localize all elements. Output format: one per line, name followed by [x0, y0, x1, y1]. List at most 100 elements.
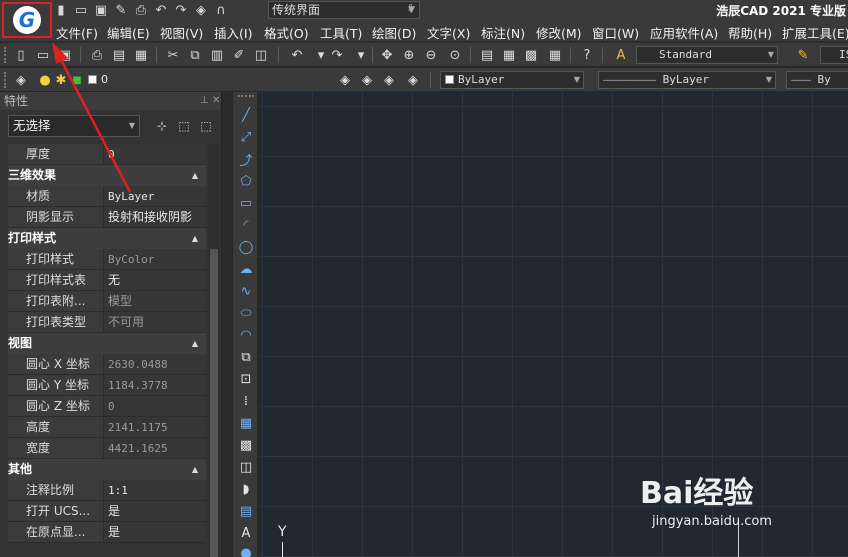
properties-icon[interactable]: ▤: [478, 46, 496, 64]
property-row[interactable]: 圆心 X 坐标 2630.0488: [8, 354, 206, 375]
pin-icon[interactable]: ⊥: [200, 92, 209, 110]
menu-view[interactable]: 视图(V): [160, 23, 203, 42]
layers-icon[interactable]: ◈: [194, 3, 208, 18]
undo-icon[interactable]: ↶: [288, 46, 306, 64]
menu-applications[interactable]: 应用软件(A): [650, 23, 718, 42]
redo-icon[interactable]: ↷: [174, 3, 188, 18]
add-selected-icon[interactable]: ●: [237, 544, 255, 557]
wipeout-icon[interactable]: ◗: [237, 480, 255, 498]
collapse-icon[interactable]: ▲: [192, 165, 198, 186]
menu-help[interactable]: 帮助(H): [728, 23, 772, 42]
menu-format[interactable]: 格式(O): [264, 23, 309, 42]
ellipse-icon[interactable]: ⬭: [237, 304, 255, 322]
multiline-text-icon[interactable]: A: [237, 524, 255, 542]
polygon-icon[interactable]: ⬠: [237, 172, 255, 190]
lineweight-select[interactable]: ——— By: [786, 71, 848, 89]
menu-window[interactable]: 窗口(W): [592, 23, 639, 42]
gradient-icon[interactable]: ▩: [237, 436, 255, 454]
zoom-realtime-icon[interactable]: ⊕: [400, 46, 418, 64]
property-value[interactable]: 是: [104, 522, 206, 542]
layer-manager-icon[interactable]: ◈: [12, 71, 30, 89]
property-value[interactable]: 无: [104, 270, 206, 290]
property-row[interactable]: 打印表类型 不可用: [8, 312, 206, 333]
scrollbar-thumb[interactable]: [210, 249, 218, 557]
make-block-icon[interactable]: ⊡: [237, 370, 255, 388]
toolbar-grip[interactable]: [4, 47, 7, 63]
redo-dropdown-icon[interactable]: ▾: [352, 46, 370, 64]
toolbar-grip[interactable]: [238, 95, 254, 98]
line-icon[interactable]: ╱: [237, 106, 255, 124]
layer-lock-icon[interactable]: ■: [68, 71, 86, 89]
menu-draw[interactable]: 绘图(D): [372, 23, 416, 42]
help-icon[interactable]: ?: [578, 46, 596, 64]
property-row[interactable]: 材质 ByLayer: [8, 186, 206, 207]
collapse-icon[interactable]: ▲: [192, 228, 198, 249]
save-icon[interactable]: ▣: [94, 3, 108, 18]
copy-icon[interactable]: ⧉: [186, 46, 204, 64]
point-icon[interactable]: ⁞: [237, 392, 255, 410]
text-style-select[interactable]: Standard ▼: [636, 46, 778, 64]
spline-icon[interactable]: ∿: [237, 282, 255, 300]
ellipse-arc-icon[interactable]: ◠: [237, 326, 255, 344]
property-row[interactable]: 打印样式表无: [8, 270, 206, 291]
color-select[interactable]: ByLayer ▼: [440, 71, 584, 89]
property-row[interactable]: 圆心 Y 坐标 1184.3778: [8, 375, 206, 396]
zoom-previous-icon[interactable]: ⊙: [446, 46, 464, 64]
dim-style-select[interactable]: IS: [820, 46, 848, 64]
property-row[interactable]: 圆心 Z 坐标 0: [8, 396, 206, 417]
property-row[interactable]: 注释比例 1:1: [8, 480, 206, 501]
print-preview-icon[interactable]: ▤: [110, 46, 128, 64]
category-header[interactable]: 其他 ▲: [8, 459, 206, 480]
linetype-select[interactable]: ———————— ByLayer ▼: [598, 71, 776, 89]
toggle-pickadd-icon[interactable]: ⊹: [152, 116, 172, 136]
print-icon[interactable]: ⎙: [134, 3, 148, 18]
property-row[interactable]: 打印表附... 模型: [8, 291, 206, 312]
design-center-icon[interactable]: ▦: [500, 46, 518, 64]
selection-select[interactable]: 无选择 ▼: [8, 115, 140, 137]
pan-icon[interactable]: ✥: [378, 46, 396, 64]
menu-file[interactable]: 文件(F): [56, 23, 98, 42]
region-icon[interactable]: ◫: [237, 458, 255, 476]
palette-scrollbar[interactable]: [208, 144, 220, 557]
circle-icon[interactable]: ◯: [237, 238, 255, 256]
publish-icon[interactable]: ▦: [132, 46, 150, 64]
match-properties-icon[interactable]: ✐: [230, 46, 248, 64]
close-icon[interactable]: ✕: [212, 92, 220, 110]
redo-icon[interactable]: ↷: [328, 46, 346, 64]
rectangle-icon[interactable]: ▭: [237, 194, 255, 212]
new-file-icon[interactable]: ▮: [54, 3, 68, 18]
headset-icon[interactable]: ∩: [214, 3, 228, 18]
property-row[interactable]: 阴影显示 投射和接收阴影: [8, 207, 206, 228]
property-row[interactable]: 在原点显... 是: [8, 522, 206, 543]
open-icon[interactable]: ▭: [34, 46, 52, 64]
property-row[interactable]: 厚度 0: [8, 144, 206, 165]
collapse-icon[interactable]: ▲: [192, 459, 198, 480]
property-value[interactable]: 0: [104, 144, 206, 164]
menu-extension-tools[interactable]: 扩展工具(E): [782, 23, 848, 42]
zoom-window-icon[interactable]: ⊖: [422, 46, 440, 64]
category-header[interactable]: 视图 ▲: [8, 333, 206, 354]
paste-icon[interactable]: ▥: [208, 46, 226, 64]
save-icon[interactable]: ▣: [56, 46, 74, 64]
menu-edit[interactable]: 编辑(E): [107, 23, 150, 42]
property-row[interactable]: 打印样式 ByColor: [8, 249, 206, 270]
menu-dimension[interactable]: 标注(N): [481, 23, 525, 42]
construction-line-icon[interactable]: ⤢: [237, 128, 255, 146]
menu-tools[interactable]: 工具(T): [320, 23, 362, 42]
property-row[interactable]: 宽度 4421.1625: [8, 438, 206, 459]
app-menu-button[interactable]: G: [2, 2, 52, 38]
property-value[interactable]: ByLayer: [104, 186, 206, 206]
menu-insert[interactable]: 插入(I): [214, 23, 252, 42]
table-icon[interactable]: ▤: [237, 502, 255, 520]
calculator-icon[interactable]: ▦: [546, 46, 564, 64]
property-row[interactable]: 高度 2141.1175: [8, 417, 206, 438]
property-row[interactable]: 打开 UCS... 是: [8, 501, 206, 522]
tool-palettes-icon[interactable]: ▩: [522, 46, 540, 64]
save-as-icon[interactable]: ✎: [114, 3, 128, 18]
collapse-icon[interactable]: ▲: [192, 333, 198, 354]
revision-cloud-icon[interactable]: ☁: [237, 260, 255, 278]
hatch-icon[interactable]: ▦: [237, 414, 255, 432]
text-style-icon[interactable]: A: [612, 46, 630, 64]
arc-icon[interactable]: ◜: [237, 216, 255, 234]
undo-icon[interactable]: ↶: [154, 3, 168, 18]
